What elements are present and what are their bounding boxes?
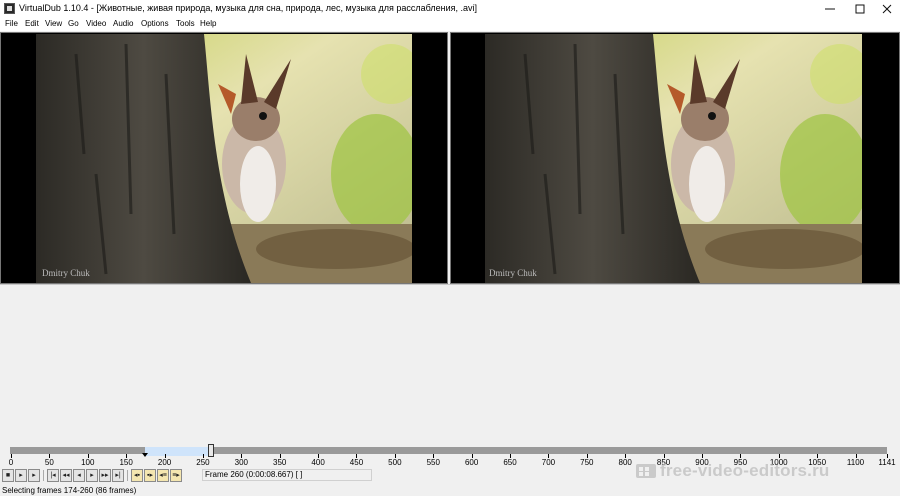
input-video-frame: Dmitry Chuk <box>36 34 412 283</box>
scene-back-icon: ◂≡ <box>159 472 167 479</box>
toolbar-separator <box>43 470 44 481</box>
end-icon: ▸| <box>115 472 121 479</box>
timeline-tick-label: 400 <box>311 458 325 467</box>
timeline-tick-label: 200 <box>157 458 172 467</box>
minimize-icon <box>825 8 835 10</box>
scene-fwd-button[interactable]: ≡▸ <box>170 469 182 482</box>
status-bar: Selecting frames 174-260 (86 frames) <box>0 484 900 496</box>
mark-in-icon: ◂▪ <box>134 472 140 479</box>
stop-button[interactable]: ■ <box>2 469 14 482</box>
timeline-tick-label: 550 <box>426 458 440 467</box>
output-video-pane[interactable]: Dmitry Chuk <box>450 32 900 284</box>
stop-icon: ■ <box>5 472 11 479</box>
play-output-button[interactable]: ▸ <box>28 469 40 482</box>
play-input-button[interactable]: ▸ <box>15 469 27 482</box>
end-button[interactable]: ▸| <box>112 469 124 482</box>
start-icon: |◂ <box>50 472 56 479</box>
workspace-area <box>0 284 900 444</box>
mark-out-icon: ▪▸ <box>147 472 153 479</box>
scene-back-button[interactable]: ◂≡ <box>157 469 169 482</box>
timeline-tick-label: 600 <box>464 458 479 467</box>
close-icon <box>882 4 892 14</box>
menu-edit[interactable]: Edit <box>25 19 39 28</box>
timeline-tick-label: 1100 <box>846 458 865 467</box>
timeline-tick-label: 0 <box>8 458 14 467</box>
close-button[interactable] <box>872 0 900 17</box>
window-title: VirtualDub 1.10.4 - [Животные, живая при… <box>19 3 478 13</box>
timeline-tick-label: 50 <box>44 458 54 467</box>
prev-frame-icon: ◂ <box>77 472 81 479</box>
output-video-frame: Dmitry Chuk <box>485 34 862 283</box>
menu-go[interactable]: Go <box>68 19 79 28</box>
prev-frame-button[interactable]: ◂ <box>73 469 85 482</box>
timeline-tick-label: 800 <box>618 458 632 467</box>
menu-video[interactable]: Video <box>86 19 106 28</box>
timeline-tick-label: 150 <box>119 458 133 467</box>
menu-options[interactable]: Options <box>141 19 169 28</box>
scene-fwd-icon: ≡▸ <box>172 472 180 479</box>
next-key-icon: ▸▸ <box>101 472 109 479</box>
timeline-tick-label: 1141 <box>878 458 896 467</box>
menu-audio[interactable]: Audio <box>113 19 133 28</box>
input-watermark: Dmitry Chuk <box>42 268 90 278</box>
timeline-tick-label: 350 <box>273 458 287 467</box>
timeline-tick-label: 450 <box>349 458 364 467</box>
title-bar: VirtualDub 1.10.4 - [Животные, живая при… <box>0 0 900 17</box>
mark-out-button[interactable]: ▪▸ <box>144 469 156 482</box>
play-output-icon: ▸ <box>32 472 36 479</box>
timeline-tick-label: 650 <box>503 458 517 467</box>
maximize-icon <box>855 4 865 14</box>
next-key-button[interactable]: ▸▸ <box>99 469 111 482</box>
timeline-tick-label: 100 <box>81 458 95 467</box>
film-icon <box>636 464 656 478</box>
play-input-icon: ▸ <box>19 472 23 479</box>
output-watermark: Dmitry Chuk <box>489 268 537 278</box>
timeline-tick-label: 500 <box>388 458 402 467</box>
squirrel-image: Dmitry Chuk <box>485 34 862 283</box>
timeline-tick-label: 250 <box>196 458 210 467</box>
site-watermark: free-video-editors.ru <box>660 461 830 480</box>
timeline-tick-label: 300 <box>234 458 248 467</box>
menu-help[interactable]: Help <box>200 19 216 28</box>
toolbar-separator <box>127 470 128 481</box>
status-text: Selecting frames 174-260 (86 frames) <box>2 486 137 495</box>
app-icon[interactable] <box>4 3 15 14</box>
maximize-button[interactable] <box>845 0 875 17</box>
start-button[interactable]: |◂ <box>47 469 59 482</box>
minimize-button[interactable] <box>815 0 845 17</box>
menu-file[interactable]: File <box>5 19 18 28</box>
next-frame-icon: ▸ <box>90 472 94 479</box>
menu-tools[interactable]: Tools <box>176 19 195 28</box>
menu-view[interactable]: View <box>45 19 62 28</box>
menu-bar: File Edit View Go Video Audio Options To… <box>0 17 900 31</box>
next-frame-button[interactable]: ▸ <box>86 469 98 482</box>
prev-key-button[interactable]: ◂◂ <box>60 469 72 482</box>
prev-key-icon: ◂◂ <box>62 472 70 479</box>
timeline-tick-label: 700 <box>541 458 556 467</box>
frame-info: Frame 260 (0:00:08.667) [ ] <box>202 469 372 481</box>
squirrel-image: Dmitry Chuk <box>36 34 412 283</box>
input-video-pane[interactable]: Dmitry Chuk <box>0 32 448 284</box>
timeline-tick-label: 750 <box>580 458 594 467</box>
mark-in-button[interactable]: ◂▪ <box>131 469 143 482</box>
